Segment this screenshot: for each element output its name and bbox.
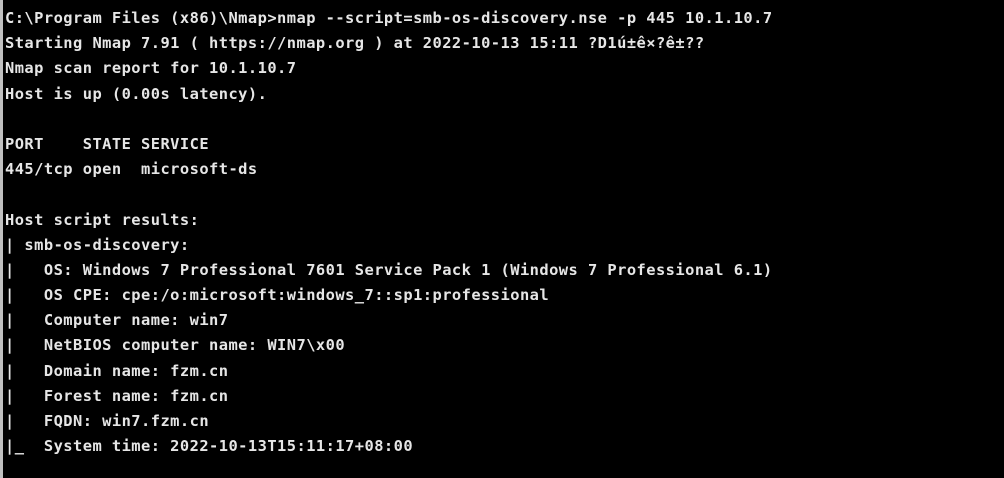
- script-result-forest-name: | Forest name: fzm.cn: [5, 386, 229, 405]
- output-line-host-up: Host is up (0.00s latency).: [5, 84, 268, 103]
- output-line-scan-report: Nmap scan report for 10.1.10.7: [5, 59, 297, 78]
- command-line: C:\Program Files (x86)\Nmap>nmap --scrip…: [5, 9, 773, 27]
- script-result-domain-name: | Domain name: fzm.cn: [5, 361, 229, 380]
- script-result-os: | OS: Windows 7 Professional 7601 Servic…: [5, 260, 773, 279]
- output-line-starting-nmap: Starting Nmap 7.91 ( https://nmap.org ) …: [5, 34, 705, 53]
- window-border: [0, 0, 3, 478]
- port-table-header: PORT STATE SERVICE: [5, 134, 210, 153]
- script-result-os-cpe: | OS CPE: cpe:/o:microsoft:windows_7::sp…: [5, 286, 550, 305]
- script-result-computer-name: | Computer name: win7: [5, 311, 229, 330]
- script-result-netbios-name: | NetBIOS computer name: WIN7\x00: [5, 336, 346, 355]
- script-result-system-time: |_ System time: 2022-10-13T15:11:17+08:0…: [5, 437, 414, 456]
- script-result-fqdn: | FQDN: win7.fzm.cn: [5, 412, 210, 430]
- script-name-line: | smb-os-discovery:: [5, 235, 190, 254]
- console-window[interactable]: C:\Program Files (x86)\Nmap>nmap --scrip…: [0, 0, 1004, 478]
- console-output: C:\Program Files (x86)\Nmap>nmap --scrip…: [5, 6, 773, 459]
- host-script-results-heading: Host script results:: [5, 210, 200, 229]
- port-table-row: 445/tcp open microsoft-ds: [5, 160, 258, 179]
